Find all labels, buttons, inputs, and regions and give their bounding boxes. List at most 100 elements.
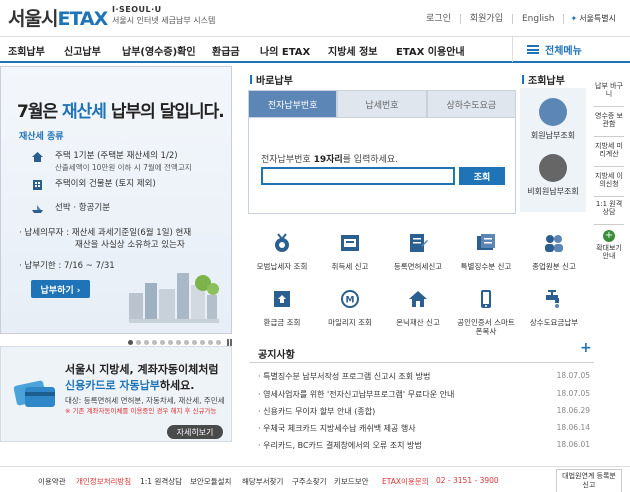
- service-model-taxpayer[interactable]: 모범납세자 조회: [252, 232, 312, 271]
- nav-tax-info[interactable]: 지방세 정보: [328, 43, 377, 58]
- kind-house: 주택 1기분 (주택분 재산세의 1/2) 산출세액이 10만원 이하 시 7월에…: [31, 151, 192, 173]
- seoul-city-link[interactable]: ✦ 서울특별시: [570, 13, 616, 24]
- divider: [594, 224, 624, 225]
- service-refund-lookup[interactable]: 환급금 조회: [252, 288, 312, 327]
- lookup-panel: 회원납부조회 비회원납부조회: [520, 88, 586, 212]
- notice-item[interactable]: · 우체국 체크카드 지방세수납 캐쉬백 제공 행사 18.06.14: [258, 423, 594, 434]
- service-employee-tax[interactable]: 종업원분 신고: [524, 232, 584, 271]
- quick-receipt-box[interactable]: 영수증 보관함: [592, 112, 626, 128]
- pager-dot[interactable]: [176, 340, 181, 345]
- tab-electronic-pay-number[interactable]: 전자납부번호: [248, 90, 338, 118]
- direct-pay-tabs: 전자납부번호 납세번호 상하수도요금: [248, 90, 516, 118]
- pager-dot[interactable]: [200, 340, 205, 345]
- footer-privacy[interactable]: 개인정보처리방침: [76, 476, 131, 487]
- pager-dot[interactable]: [168, 340, 173, 345]
- kind-ship-aircraft: 선박 · 항공기분: [31, 203, 110, 214]
- plus-icon: +: [603, 230, 615, 242]
- pause-icon[interactable]: [227, 339, 232, 346]
- pager-dot[interactable]: [136, 340, 141, 345]
- footer-old-address[interactable]: 구주소찾기: [292, 476, 327, 487]
- quick-pay-basket[interactable]: 납부 바구니: [592, 82, 626, 98]
- pay-now-button[interactable]: 납부하기 ›: [31, 280, 90, 298]
- notice-item[interactable]: · 특별징수분 납부서작성 프로그램 신고시 조회 방법 18.07.05: [258, 371, 594, 382]
- faucet-icon: [546, 290, 559, 308]
- service-special-withholding[interactable]: 특별징수분 신고: [456, 232, 516, 271]
- document-icon: [410, 234, 428, 252]
- notice-item[interactable]: · 영세사업자를 위한 '전자신고납부프로그램' 무료다운 안내 18.07.05: [258, 389, 594, 400]
- notice-more-icon[interactable]: +: [580, 340, 592, 356]
- all-menu-button[interactable]: 전체메뉴: [512, 37, 630, 62]
- top-links: 로그인 회원가입 English ✦ 서울특별시: [417, 13, 616, 24]
- member-lookup[interactable]: 회원납부조회: [520, 98, 586, 141]
- service-registration-license[interactable]: 등록면허세신고: [388, 232, 448, 271]
- direct-pay-panel: 전자납부번호 19자리를 입력하세요. 조회: [248, 118, 516, 214]
- quick-remote-consult[interactable]: 1:1 원격 상담: [592, 200, 626, 216]
- medal-icon: [275, 233, 289, 252]
- nav-lookup-pay[interactable]: 조회납부: [8, 43, 45, 58]
- promo-details-button[interactable]: 자세히보기: [167, 425, 223, 439]
- user-icon: [539, 154, 567, 182]
- service-water-bill-pay[interactable]: 상수도요금납부: [524, 288, 584, 327]
- footer-dept-finder[interactable]: 해당부서찾기: [242, 476, 283, 487]
- english-link[interactable]: English: [513, 13, 565, 24]
- main-nav: 조회납부 신고납부 납부(영수증)확인 환급금 나의 ETAX 지방세 정보 E…: [0, 36, 630, 63]
- refund-icon: [274, 291, 290, 307]
- service-cert-copy[interactable]: 공인인증서 스마트폰복사: [456, 288, 516, 336]
- footer-terms[interactable]: 이용약관: [38, 476, 66, 487]
- footer-remote[interactable]: 1:1 원격상담: [140, 476, 182, 487]
- pager-dot[interactable]: [208, 340, 213, 345]
- house-icon: [409, 291, 427, 307]
- electronic-pay-number-input[interactable]: [261, 167, 455, 185]
- nav-my-etax[interactable]: 나의 ETAX: [260, 43, 310, 58]
- credit-card-icon: [13, 380, 55, 407]
- banner-kinds-title: 재산세 종류: [19, 132, 64, 142]
- nav-guide[interactable]: ETAX 이용안내: [396, 43, 465, 58]
- all-menu-label: 전체메뉴: [545, 46, 582, 57]
- pager-dot[interactable]: [160, 340, 165, 345]
- nav-refund[interactable]: 환급금: [212, 43, 240, 58]
- banner-pager[interactable]: [128, 339, 232, 346]
- service-acquisition-tax[interactable]: 취득세 신고: [320, 232, 380, 271]
- promo-line1: 서울시 지방세, 계좌자동이체처럼: [65, 363, 219, 376]
- footer-security-module[interactable]: 보안모듈설치: [190, 476, 231, 487]
- logo[interactable]: 서울시ETAX: [8, 4, 108, 31]
- quick-objection[interactable]: 지방세 이의신청: [592, 172, 626, 188]
- seoul-logo-icon: ✦: [570, 14, 578, 23]
- logo-slogan: I·SEOUL·U: [112, 5, 162, 14]
- tab-water-bill[interactable]: 상하수도요금: [426, 90, 516, 118]
- guest-lookup[interactable]: 비회원납부조회: [520, 154, 586, 197]
- footer-court-link[interactable]: 대법원연계 등록분신고: [556, 469, 622, 492]
- pager-dot[interactable]: [144, 340, 149, 345]
- notice-item[interactable]: · 신용카드 무이자 할부 안내 (종합) 18.06.29: [258, 406, 594, 417]
- signup-link[interactable]: 회원가입: [461, 13, 513, 24]
- seoul-badge-label: 서울특별시: [579, 14, 616, 23]
- pager-dot[interactable]: [184, 340, 189, 345]
- promo-note: ※ 기존 계좌자동이체를 이용중인 경우 해지 후 신규가능: [65, 407, 217, 415]
- service-hidden-property[interactable]: 온닉재산 신고: [388, 288, 448, 327]
- property-tax-banner[interactable]: 7월은 재산세 납부의 달입니다. 재산세 종류 주택 1기분 (주택분 재산세…: [0, 66, 232, 346]
- notice-item[interactable]: · 우리카드, BC카드 결제창에서의 오류 조치 방법 18.06.01: [258, 440, 594, 451]
- footer-inquiry[interactable]: ETAX이용문의: [382, 476, 429, 487]
- register-icon: [341, 235, 359, 251]
- hamburger-icon: [527, 45, 539, 54]
- quick-zoom-guide[interactable]: + 확대보기 안내: [592, 230, 626, 260]
- card-autopay-promo[interactable]: 서울시 지방세, 계좌자동이체처럼 신용카드로 자동납부하세요. 대상: 등록면…: [0, 346, 232, 442]
- footer-keyboard-security[interactable]: 키보드보안: [334, 476, 369, 487]
- pager-dot[interactable]: [128, 340, 133, 345]
- quick-tax-calc[interactable]: 지방세 미리계산: [592, 142, 626, 158]
- tab-tax-number[interactable]: 납세번호: [337, 90, 427, 118]
- direct-pay-title: 바로납부: [250, 72, 293, 87]
- logo-subtitle: 서울시 인터넷 세금납부 시스템: [112, 16, 216, 25]
- login-link[interactable]: 로그인: [417, 13, 461, 24]
- kind-building: 주택이외 건물분 (토지 제외): [31, 179, 156, 190]
- header: 서울시ETAX I·SEOUL·U 서울시 인터넷 세금납부 시스템 로그인 회…: [0, 0, 630, 36]
- nav-receipt[interactable]: 납부(영수증)확인: [122, 43, 196, 58]
- direct-lookup-button[interactable]: 조회: [459, 167, 505, 185]
- divider: [594, 196, 624, 197]
- service-mileage-lookup[interactable]: M 마일리지 조회: [320, 288, 380, 327]
- pager-dot[interactable]: [152, 340, 157, 345]
- nav-report-pay[interactable]: 신고납부: [64, 43, 101, 58]
- pager-dot[interactable]: [216, 340, 221, 345]
- pager-dot[interactable]: [192, 340, 197, 345]
- building-icon: [33, 180, 42, 190]
